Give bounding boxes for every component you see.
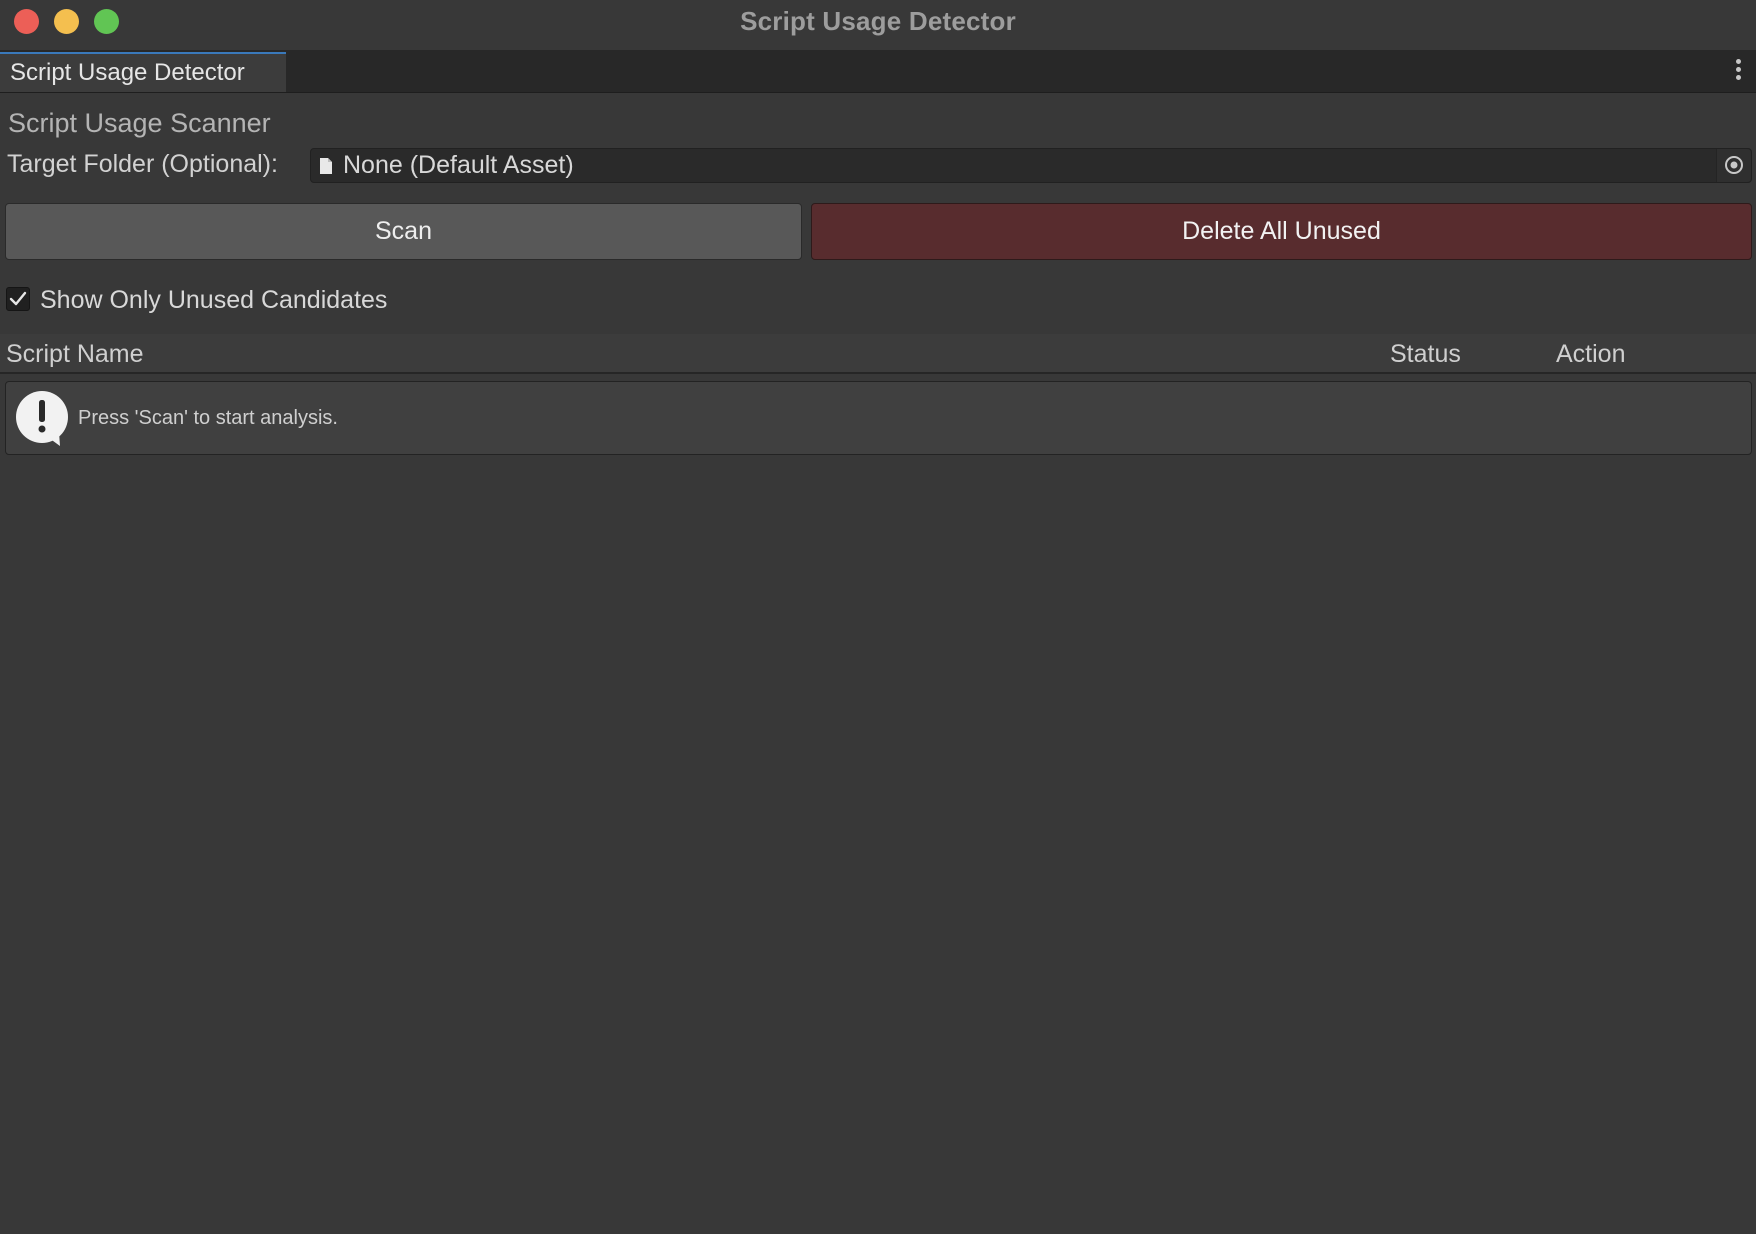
checkmark-icon xyxy=(9,291,27,306)
kebab-menu-icon[interactable] xyxy=(1734,59,1742,83)
column-header-action[interactable]: Action xyxy=(1556,334,1625,374)
scan-button[interactable]: Scan xyxy=(5,203,802,260)
table-header: Script Name Status Action xyxy=(0,334,1756,374)
object-picker-icon[interactable] xyxy=(1716,149,1751,182)
target-folder-value: None (Default Asset) xyxy=(343,151,574,179)
show-unused-checkbox[interactable] xyxy=(6,287,30,311)
tab-label: Script Usage Detector xyxy=(10,59,245,86)
show-unused-label[interactable]: Show Only Unused Candidates xyxy=(40,286,387,315)
help-box: Press 'Scan' to start analysis. xyxy=(5,381,1752,455)
info-icon xyxy=(15,390,71,453)
target-folder-label: Target Folder (Optional): xyxy=(7,150,278,178)
title-bar: Script Usage Detector xyxy=(0,0,1756,48)
help-message: Press 'Scan' to start analysis. xyxy=(78,407,338,429)
tab-bar: Script Usage Detector xyxy=(0,50,1756,93)
editor-window: Script Usage Detector Script Usage Detec… xyxy=(0,0,1756,1234)
tab-script-usage-detector[interactable]: Script Usage Detector xyxy=(0,52,286,92)
delete-all-unused-button[interactable]: Delete All Unused xyxy=(811,203,1752,260)
column-header-script-name[interactable]: Script Name xyxy=(6,334,144,374)
target-folder-field[interactable]: None (Default Asset) xyxy=(310,148,1752,183)
window-title: Script Usage Detector xyxy=(740,6,1016,36)
file-icon xyxy=(319,157,333,175)
column-header-status[interactable]: Status xyxy=(1390,334,1461,374)
section-title: Script Usage Scanner xyxy=(8,108,271,138)
